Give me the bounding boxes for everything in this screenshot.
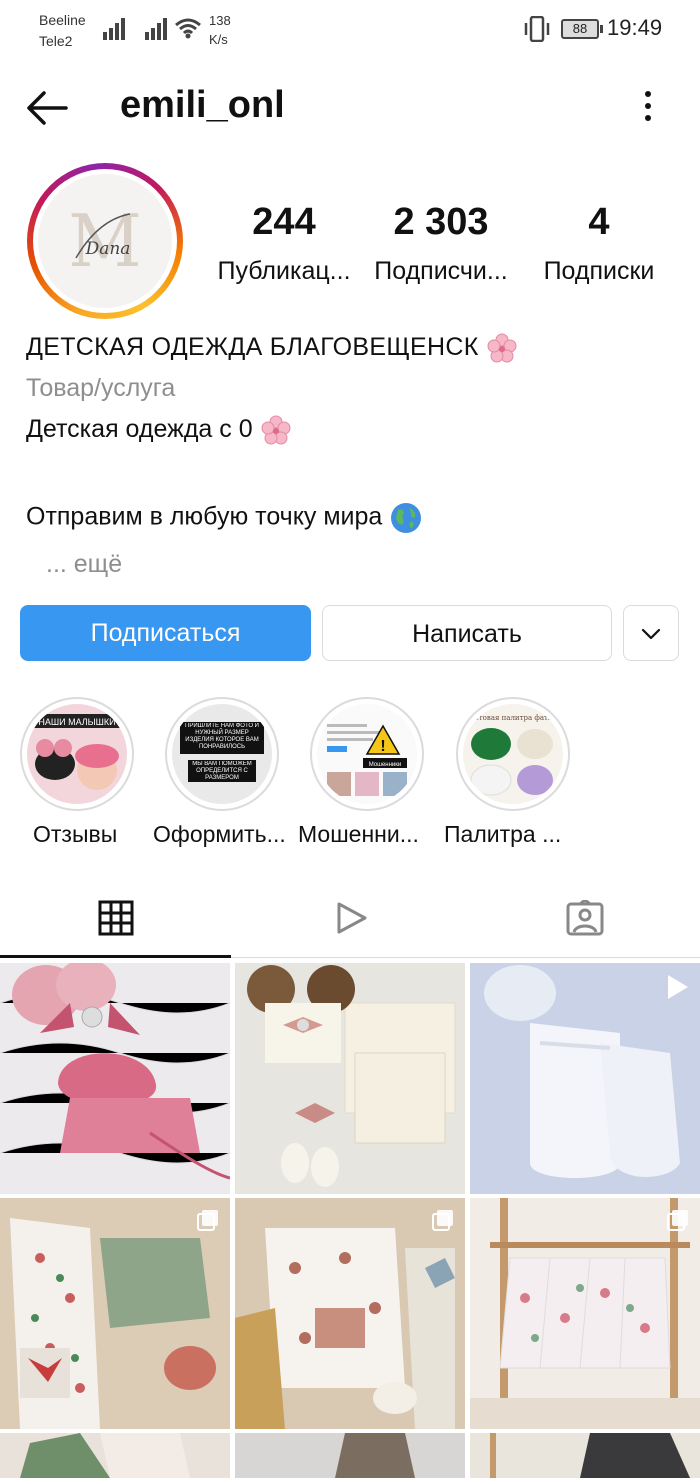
- bio-line-text: Детская одежда с 0: [26, 415, 253, 443]
- post-thumbnail[interactable]: [0, 963, 230, 1194]
- cherry-blossom-icon: [261, 415, 291, 445]
- net-speed-value: 138: [209, 13, 231, 28]
- chevron-down-icon: [641, 628, 661, 640]
- avatar: M Dana: [38, 174, 172, 308]
- stat-followers[interactable]: 2 303 Подписчи...: [364, 200, 518, 289]
- vibrate-icon: [524, 16, 550, 42]
- avatar-story-ring[interactable]: M Dana: [27, 163, 183, 319]
- post-thumbnail[interactable]: [235, 1433, 465, 1478]
- highlight-item[interactable]: ! Мошенники Мошенни...: [298, 697, 428, 847]
- video-badge-icon: [668, 975, 688, 999]
- highlight-label: Мошенни...: [298, 821, 419, 847]
- signal-icon: [103, 18, 125, 40]
- post-thumbnail[interactable]: [0, 1433, 230, 1478]
- highlight-cover: ПРИШЛИТЕ НАМ ФОТО И НУЖНЫЙ РАЗМЕР ИЗДЕЛИ…: [172, 704, 272, 804]
- post-thumbnail[interactable]: [0, 1198, 230, 1429]
- tab-posts-grid[interactable]: [0, 880, 233, 958]
- wifi-icon: [175, 18, 201, 39]
- profile-username: emili_onl: [120, 84, 285, 126]
- highlight-item[interactable]: ПРИШЛИТЕ НАМ ФОТО И НУЖНЫЙ РАЗМЕР ИЗДЕЛИ…: [153, 697, 286, 847]
- message-button[interactable]: Написать: [322, 605, 612, 661]
- bio-line: Детская одежда с 0: [26, 415, 291, 445]
- more-options-icon[interactable]: [636, 88, 660, 124]
- stat-following-label: Подписки: [543, 257, 655, 285]
- stat-following-value: 4: [588, 201, 610, 243]
- bio-more-link[interactable]: ... ещё: [46, 550, 122, 579]
- post-thumbnail[interactable]: [470, 963, 700, 1194]
- post-thumbnail[interactable]: [470, 1198, 700, 1429]
- highlight-ring[interactable]: Цветовая палитра фатина: [456, 697, 570, 811]
- profile-tabs: [0, 880, 700, 958]
- svg-text:Мошенники: Мошенники: [369, 762, 402, 768]
- battery-tip: [600, 25, 603, 33]
- svg-text:Цветовая палитра фатина: Цветовая палитра фатина: [465, 714, 562, 722]
- svg-text:НАШИ МАЛЫШКИ: НАШИ МАЛЫШКИ: [38, 717, 115, 727]
- back-arrow-icon[interactable]: [26, 88, 68, 128]
- highlight-item[interactable]: НАШИ МАЛЫШКИ Отзывы: [20, 697, 138, 847]
- carrier-info: Beeline Tele2: [39, 10, 86, 52]
- clock: 19:49: [607, 15, 663, 40]
- status-bar: Beeline Tele2 138 K/s 88 19:49: [0, 0, 700, 60]
- highlight-label: Палитра ...: [444, 821, 562, 847]
- highlight-cover: ! Мошенники: [317, 704, 417, 804]
- bio-title: ДЕТСКАЯ ОДЕЖДА БЛАГОВЕЩЕНСК: [26, 333, 517, 363]
- globe-icon: [391, 503, 422, 533]
- net-speed-unit: K/s: [209, 32, 228, 47]
- highlight-ring[interactable]: ! Мошенники: [310, 697, 424, 811]
- carousel-icon: [197, 1210, 218, 1231]
- carrier-2: Tele2: [39, 33, 73, 49]
- active-tab-indicator: [0, 955, 231, 958]
- tab-tagged[interactable]: [466, 880, 699, 958]
- bio-title-text: ДЕТСКАЯ ОДЕЖДА БЛАГОВЕЩЕНСК: [26, 333, 479, 361]
- suggested-dropdown-button[interactable]: [623, 605, 679, 661]
- carousel-icon: [667, 1210, 688, 1231]
- highlight-label: Оформить...: [153, 821, 286, 847]
- carrier-1: Beeline: [39, 12, 86, 28]
- post-thumbnail[interactable]: [470, 1433, 700, 1478]
- cherry-blossom-icon: [487, 333, 517, 363]
- carousel-icon: [432, 1210, 453, 1231]
- avatar-logo: M Dana: [68, 199, 142, 283]
- post-thumbnail[interactable]: [235, 1198, 465, 1429]
- highlight-item[interactable]: Цветовая палитра фатина Палитра ...: [444, 697, 574, 847]
- tab-reels[interactable]: [233, 880, 466, 958]
- stat-posts[interactable]: 244 Публикац...: [205, 200, 363, 289]
- stat-followers-value: 2 303: [393, 201, 489, 243]
- svg-text:!: !: [380, 738, 385, 755]
- play-icon: [337, 902, 367, 934]
- stat-followers-label: Подписчи...: [374, 257, 508, 285]
- tagged-icon: [566, 900, 604, 936]
- stat-following[interactable]: 4 Подписки: [532, 200, 666, 289]
- stat-posts-value: 244: [252, 201, 316, 243]
- bio-line-text: Отправим в любую точку мира: [26, 502, 383, 531]
- battery-indicator: 88: [561, 19, 599, 39]
- stat-posts-label: Публикац...: [217, 257, 351, 285]
- grid-icon: [98, 900, 134, 936]
- svg-text:Dana: Dana: [85, 239, 131, 259]
- highlight-cover: Цветовая палитра фатина: [463, 704, 563, 804]
- post-thumbnail[interactable]: [235, 963, 465, 1194]
- highlight-cover: НАШИ МАЛЫШКИ: [27, 704, 127, 804]
- bio-category: Товар/услуга: [26, 374, 176, 402]
- highlight-ring[interactable]: ПРИШЛИТЕ НАМ ФОТО И НУЖНЫЙ РАЗМЕР ИЗДЕЛИ…: [165, 697, 279, 811]
- network-speed: 138 K/s: [209, 11, 231, 49]
- signal-icon: [145, 18, 167, 40]
- follow-button[interactable]: Подписаться: [20, 605, 311, 661]
- highlight-ring[interactable]: НАШИ МАЛЫШКИ: [20, 697, 134, 811]
- bio-line: Отправим в любую точку мира: [26, 502, 422, 534]
